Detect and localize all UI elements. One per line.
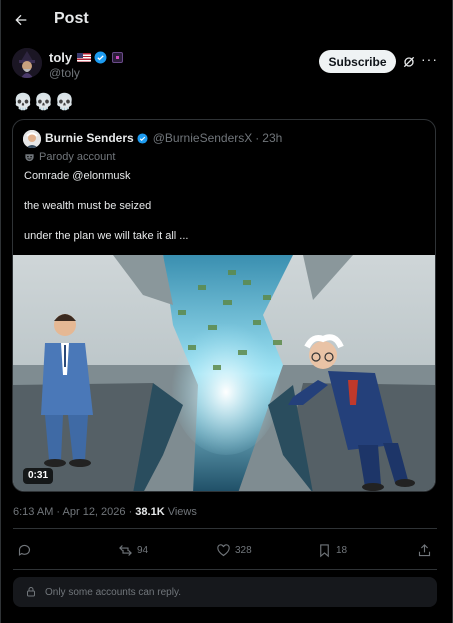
grok-icon[interactable] [401, 54, 417, 70]
video-duration: 0:31 [23, 468, 54, 484]
quoted-video[interactable]: 0:31 [13, 255, 435, 491]
reply-restriction-notice: Only some accounts can reply. [13, 577, 437, 607]
video-thumbnail [13, 255, 435, 491]
affiliate-badge-icon [112, 52, 124, 63]
lock-icon [27, 587, 35, 597]
quoted-post[interactable]: Burnie Senders @BurnieSendersX · 23h Par… [12, 119, 436, 492]
like-count: 328 [235, 544, 252, 556]
back-arrow-icon [15, 14, 27, 26]
share-icon [418, 543, 431, 556]
back-button[interactable] [9, 8, 33, 32]
quoted-author-avatar [23, 130, 41, 148]
quoted-text-line: Comrade @elonmusk [24, 170, 131, 182]
author-name[interactable]: toly [49, 50, 72, 65]
bookmark-icon [320, 543, 329, 557]
repost-button[interactable]: 94 [118, 541, 148, 559]
verified-badge-icon [94, 51, 107, 64]
repost-count: 94 [137, 544, 149, 556]
reply-restriction-text: Only some accounts can reply. [45, 586, 181, 598]
quoted-text-line: under the plan we will take it all ... [24, 230, 189, 242]
views-label: Views [164, 506, 197, 518]
divider [13, 569, 437, 570]
quoted-author-handle: @BurnieSendersX [152, 131, 253, 145]
post-meta: 6:13 AM · Apr 12, 2026 · 38.1K Views [13, 506, 197, 518]
reply-button[interactable] [17, 541, 32, 559]
separator: · [255, 131, 260, 145]
more-icon[interactable]: ··· [421, 52, 437, 68]
author-name-row: toly [49, 50, 124, 65]
author-avatar[interactable] [12, 48, 42, 78]
reply-icon [18, 544, 31, 556]
parody-label: Parody account [24, 151, 115, 163]
parody-mask-icon [25, 153, 34, 161]
author-handle[interactable]: @toly [49, 66, 80, 80]
us-flag-icon [77, 53, 92, 62]
share-button[interactable] [417, 541, 432, 559]
verified-badge-icon [137, 132, 148, 144]
quoted-author-name: Burnie Senders [45, 131, 134, 145]
parody-label-text: Parody account [39, 151, 116, 163]
quoted-author-row: Burnie Senders @BurnieSendersX · 23h [45, 131, 282, 145]
quoted-post-time: 23h [262, 131, 283, 145]
divider [13, 528, 437, 529]
post-view: Post toly @toly Subscribe ··· 💀💀💀 Burnie… [0, 0, 453, 623]
post-text: 💀💀💀 [13, 94, 76, 111]
post-timestamp[interactable]: 6:13 AM · Apr 12, 2026 · [13, 506, 135, 518]
bookmark-button[interactable]: 18 [317, 541, 347, 559]
subscribe-button[interactable]: Subscribe [319, 50, 396, 73]
views-count: 38.1K [135, 506, 165, 518]
header: Post [1, 0, 453, 40]
repost-icon [119, 544, 132, 556]
like-button[interactable]: 328 [216, 541, 252, 559]
like-icon [217, 543, 230, 556]
page-title: Post [54, 10, 89, 27]
bookmark-count: 18 [336, 544, 348, 556]
quoted-text-line: the wealth must be seized [24, 200, 152, 212]
